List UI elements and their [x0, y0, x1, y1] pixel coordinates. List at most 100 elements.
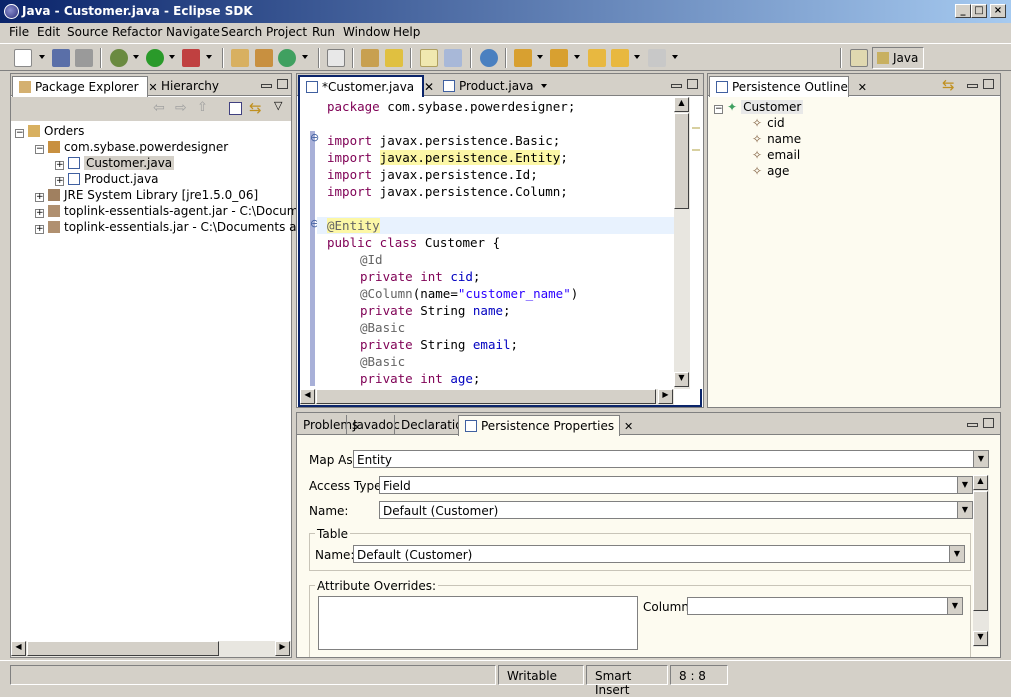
scroll-left-icon[interactable]: ◀ — [11, 641, 26, 656]
menu-search[interactable]: Search — [221, 25, 262, 39]
open-perspective-icon[interactable] — [850, 49, 868, 67]
chevron-down-icon[interactable]: ▼ — [973, 451, 988, 467]
new-java-project-icon[interactable] — [231, 49, 249, 67]
outline-item-email[interactable]: ✧ email — [752, 147, 800, 163]
menu-file[interactable]: File — [9, 25, 29, 39]
minimize-button[interactable]: _ — [955, 4, 971, 18]
new-class-dropdown-icon[interactable] — [302, 55, 308, 59]
outline-item-customer[interactable]: − ✦ Customer — [714, 99, 804, 115]
close-icon[interactable]: ✕ — [858, 81, 867, 94]
maximize-view-icon[interactable] — [983, 418, 994, 428]
tab-hierarchy[interactable]: Hierarchy — [155, 76, 225, 96]
code-editor[interactable]: ⊖ ⊖ package com.sybase.powerdesigner; im… — [298, 97, 702, 407]
table-name-select[interactable]: Default (Customer) ▼ — [353, 545, 965, 563]
tree-item-package[interactable]: − com.sybase.powerdesigner — [35, 139, 228, 155]
minimize-view-icon[interactable] — [967, 423, 978, 427]
maximize-button[interactable]: □ — [971, 4, 987, 18]
up-icon[interactable]: ⇧ — [197, 100, 208, 115]
scroll-up-icon[interactable]: ▲ — [973, 475, 988, 490]
open-folder-icon[interactable] — [361, 49, 379, 67]
maximize-view-icon[interactable] — [983, 79, 994, 89]
forward-arrow-icon[interactable]: ⇨ — [175, 100, 187, 116]
back-icon[interactable] — [611, 49, 629, 67]
forward-icon[interactable] — [648, 49, 666, 67]
tab-product-java[interactable]: Product.java — [437, 76, 540, 96]
scroll-up-icon[interactable]: ▲ — [674, 97, 689, 112]
menu-help[interactable]: Help — [393, 25, 420, 39]
scroll-right-icon[interactable]: ▶ — [658, 389, 673, 404]
show-source-icon[interactable] — [444, 49, 462, 67]
save-icon[interactable] — [52, 49, 70, 67]
close-icon[interactable]: ✕ — [424, 80, 434, 94]
run-dropdown-icon[interactable] — [169, 55, 175, 59]
tab-list-dropdown-icon[interactable] — [541, 84, 547, 88]
column-select[interactable]: ▼ — [687, 597, 963, 615]
external-tools-icon[interactable] — [182, 49, 200, 67]
maximize-view-icon[interactable] — [687, 79, 698, 89]
menu-source[interactable]: Source — [67, 25, 108, 39]
tree-item-jre-library[interactable]: + JRE System Library [jre1.5.0_06] — [35, 187, 258, 203]
minimize-view-icon[interactable] — [261, 84, 272, 88]
minimize-view-icon[interactable] — [671, 84, 682, 88]
attribute-overrides-list[interactable] — [318, 596, 638, 650]
new-class-icon[interactable] — [278, 49, 296, 67]
menu-project[interactable]: Project — [266, 25, 307, 39]
outline-item-name[interactable]: ✧ name — [752, 131, 801, 147]
menu-window[interactable]: Window — [343, 25, 390, 39]
search-icon[interactable] — [385, 49, 403, 67]
open-type-icon[interactable] — [327, 49, 345, 67]
scroll-thumb[interactable] — [316, 389, 656, 404]
menu-edit[interactable]: Edit — [37, 25, 60, 39]
chevron-down-icon[interactable]: ▼ — [957, 477, 972, 493]
occurrence-marker[interactable] — [692, 149, 700, 151]
minimize-view-icon[interactable] — [967, 84, 978, 88]
forward-dropdown-icon[interactable] — [672, 55, 678, 59]
back-dropdown-icon[interactable] — [634, 55, 640, 59]
tree-item-customer-java[interactable]: + Customer.java — [55, 155, 175, 171]
link-with-editor-icon[interactable]: ⇆ — [942, 76, 955, 94]
collapse-icon[interactable]: − — [15, 129, 24, 138]
scroll-down-icon[interactable]: ▼ — [674, 372, 689, 387]
toggle-mark-occurrences-icon[interactable] — [420, 49, 438, 67]
debug-icon[interactable] — [110, 49, 128, 67]
expand-icon[interactable]: + — [35, 193, 44, 202]
external-tools-dropdown-icon[interactable] — [206, 55, 212, 59]
new-dropdown-icon[interactable] — [39, 55, 45, 59]
collapse-icon[interactable]: − — [35, 145, 44, 154]
new-package-icon[interactable] — [255, 49, 273, 67]
chevron-down-icon[interactable]: ▼ — [949, 546, 964, 562]
title-bar[interactable]: Java - Customer.java - Eclipse SDK _ □ × — [0, 0, 1011, 23]
scroll-left-icon[interactable]: ◀ — [300, 389, 315, 404]
previous-annotation-icon[interactable] — [550, 49, 568, 67]
name-select[interactable]: Default (Customer) ▼ — [379, 501, 973, 519]
link-with-editor-icon[interactable]: ⇆ — [249, 99, 262, 117]
collapse-all-icon[interactable] — [229, 102, 242, 115]
scroll-thumb[interactable] — [973, 491, 988, 611]
debug-dropdown-icon[interactable] — [133, 55, 139, 59]
maximize-view-icon[interactable] — [277, 79, 288, 89]
outline-item-age[interactable]: ✧ age — [752, 163, 789, 179]
run-icon[interactable] — [146, 49, 164, 67]
occurrence-marker[interactable] — [692, 127, 700, 129]
fold-imports-icon[interactable]: ⊖ — [310, 131, 319, 144]
back-arrow-icon[interactable]: ⇦ — [153, 100, 165, 116]
scroll-right-icon[interactable]: ▶ — [275, 641, 290, 656]
horizontal-scrollbar[interactable]: ◀ ▶ — [300, 389, 674, 405]
tree-item-orders[interactable]: − Orders — [15, 123, 84, 139]
next-annotation-dropdown-icon[interactable] — [537, 55, 543, 59]
access-type-select[interactable]: Field ▼ — [379, 476, 973, 494]
print-icon[interactable] — [75, 49, 93, 67]
menu-run[interactable]: Run — [312, 25, 335, 39]
properties-vertical-scrollbar[interactable]: ▲ ▼ — [973, 475, 989, 647]
new-icon[interactable] — [14, 49, 32, 67]
expand-icon[interactable]: + — [35, 209, 44, 218]
chevron-down-icon[interactable]: ▼ — [957, 502, 972, 518]
scroll-thumb[interactable] — [27, 641, 219, 656]
outline-item-cid[interactable]: ✧ cid — [752, 115, 785, 131]
next-annotation-icon[interactable] — [514, 49, 532, 67]
tab-persistence-outline[interactable]: Persistence Outline ✕ — [709, 76, 867, 97]
java-perspective-button[interactable]: Java — [872, 47, 924, 69]
tab-customer-java[interactable]: *Customer.java ✕ — [298, 75, 434, 97]
last-edit-location-icon[interactable] — [588, 49, 606, 67]
chevron-down-icon[interactable]: ▼ — [947, 598, 962, 614]
